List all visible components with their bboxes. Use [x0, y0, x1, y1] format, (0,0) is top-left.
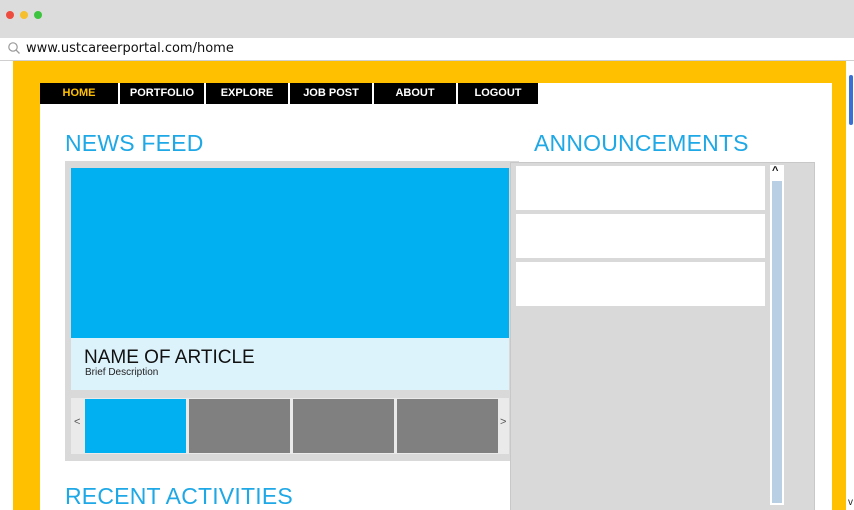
main-nav: HOME PORTFOLIO EXPLORE JOB POST ABOUT LO…: [40, 83, 538, 104]
scroll-up-arrow[interactable]: ^: [772, 165, 778, 177]
maximize-window-button[interactable]: [34, 11, 42, 19]
nav-home[interactable]: HOME: [40, 83, 120, 104]
nav-job-post[interactable]: JOB POST: [290, 83, 374, 104]
page-content: HOME PORTFOLIO EXPLORE JOB POST ABOUT LO…: [40, 83, 832, 510]
page-frame: HOME PORTFOLIO EXPLORE JOB POST ABOUT LO…: [13, 61, 846, 510]
window-scrollbar-thumb[interactable]: [849, 75, 853, 125]
window-scroll-down-arrow[interactable]: v: [848, 497, 853, 508]
news-feed-heading: NEWS FEED: [65, 130, 204, 156]
nav-portfolio[interactable]: PORTFOLIO: [120, 83, 206, 104]
recent-activities-heading: RECENT ACTIVITIES: [65, 483, 293, 509]
scrollbar-thumb[interactable]: [772, 181, 782, 503]
close-window-button[interactable]: [6, 11, 14, 19]
search-icon: [8, 42, 20, 54]
announcements-scrollbar[interactable]: ^: [770, 165, 784, 505]
announcement-item[interactable]: [516, 166, 765, 210]
nav-about[interactable]: ABOUT: [374, 83, 458, 104]
article-caption[interactable]: NAME OF ARTICLE Brief Description: [71, 338, 509, 390]
announcement-item[interactable]: [516, 262, 765, 306]
article-title: NAME OF ARTICLE: [84, 347, 255, 368]
article-hero-image[interactable]: [71, 168, 509, 338]
carousel-thumb[interactable]: [189, 399, 290, 453]
carousel-thumb[interactable]: [397, 399, 498, 453]
announcements-heading: ANNOUNCEMENTS: [534, 130, 749, 156]
carousel-prev-button[interactable]: <: [74, 416, 80, 428]
page-viewport: HOME PORTFOLIO EXPLORE JOB POST ABOUT LO…: [0, 61, 854, 510]
minimize-window-button[interactable]: [20, 11, 28, 19]
carousel: < >: [71, 398, 509, 454]
nav-explore[interactable]: EXPLORE: [206, 83, 290, 104]
news-feed-panel: NAME OF ARTICLE Brief Description < >: [65, 161, 519, 461]
announcements-panel: ^: [510, 162, 815, 510]
article-description: Brief Description: [85, 367, 159, 378]
browser-titlebar: [0, 0, 854, 38]
url-text[interactable]: www.ustcareerportal.com/home: [26, 41, 234, 56]
carousel-thumb[interactable]: [85, 399, 186, 453]
nav-logout[interactable]: LOGOUT: [458, 83, 538, 104]
address-bar[interactable]: www.ustcareerportal.com/home: [0, 38, 854, 61]
carousel-thumb[interactable]: [293, 399, 394, 453]
carousel-next-button[interactable]: >: [500, 416, 506, 428]
announcement-item[interactable]: [516, 214, 765, 258]
